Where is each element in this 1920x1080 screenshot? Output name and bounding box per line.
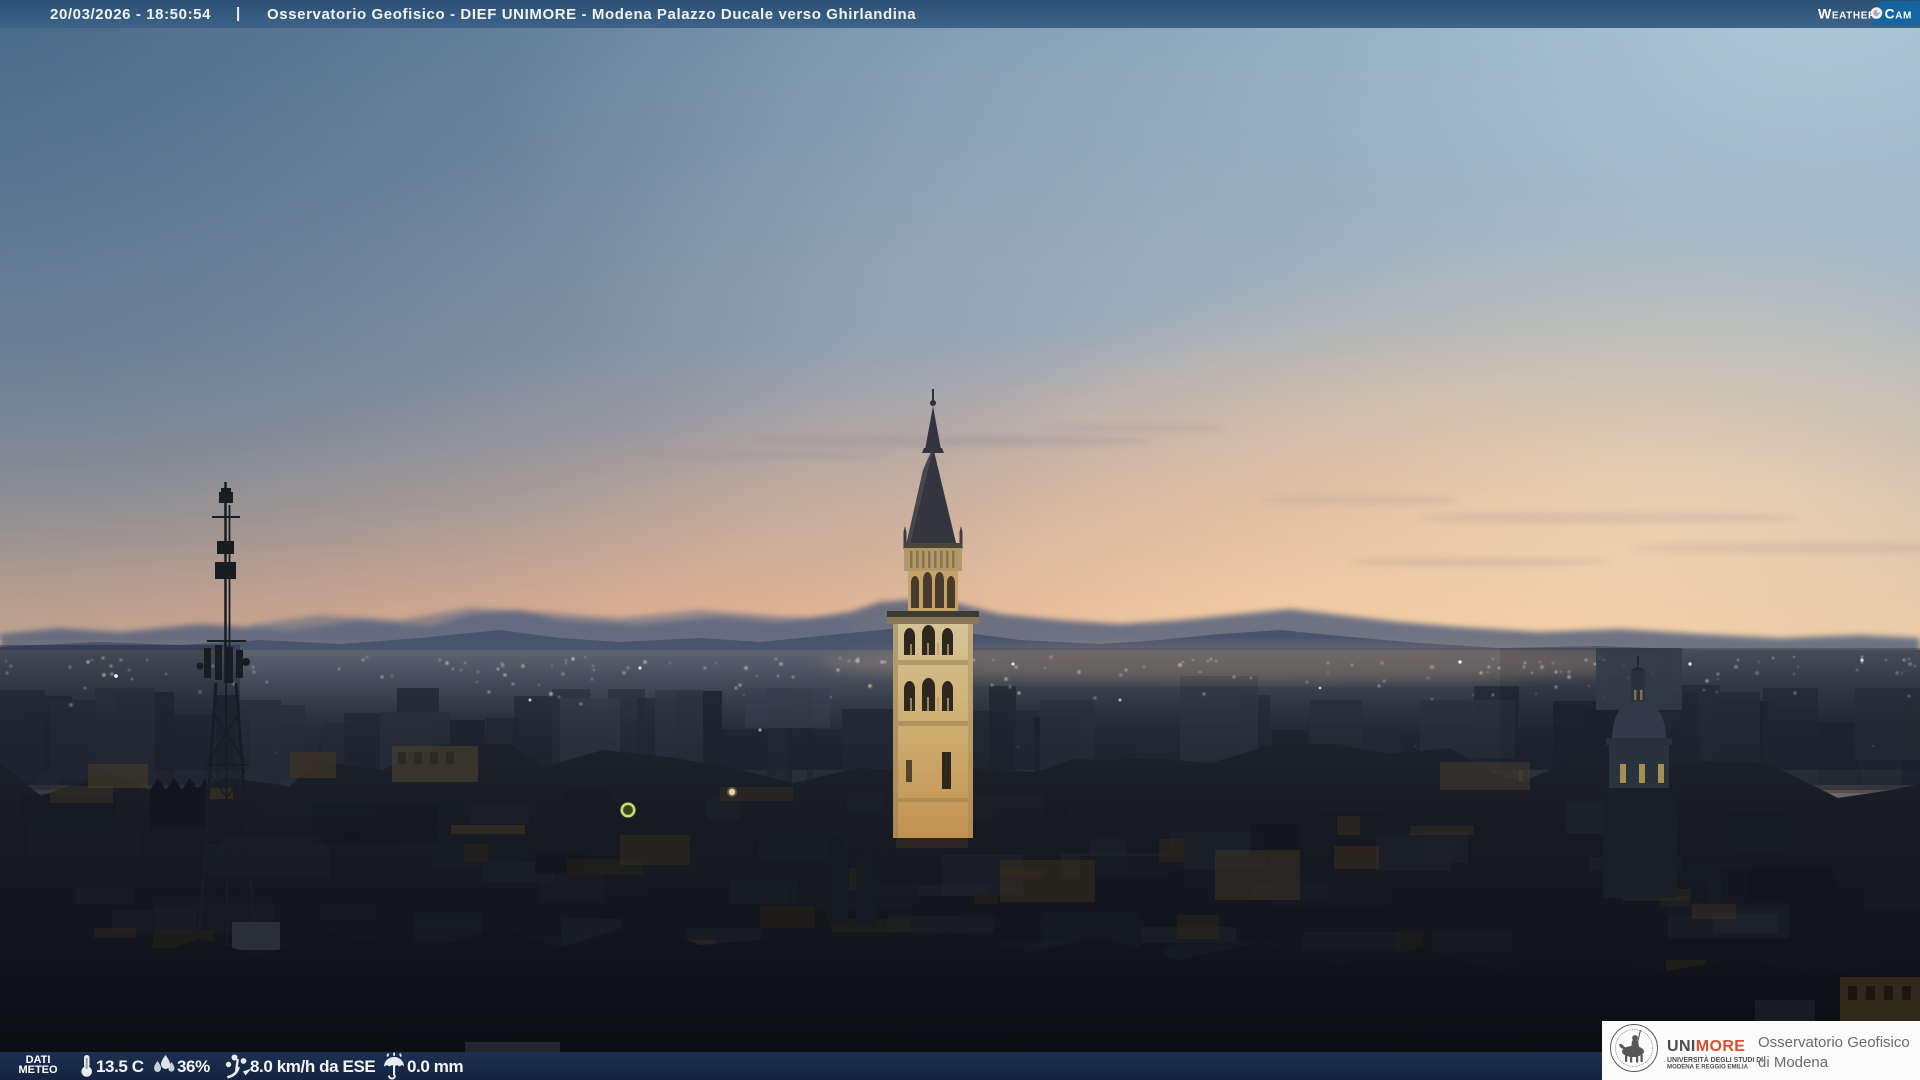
svg-text:di Modena: di Modena [1758, 1054, 1829, 1071]
svg-text:UNIMORE: UNIMORE [1667, 1038, 1745, 1055]
svg-text:WEATHER: WEATHER [1818, 6, 1876, 22]
svg-text:Osservatorio Geofisico: Osservatorio Geofisico [1758, 1034, 1910, 1051]
svg-text:MODENA E REGGIO EMILIA: MODENA E REGGIO EMILIA [1667, 1064, 1749, 1071]
